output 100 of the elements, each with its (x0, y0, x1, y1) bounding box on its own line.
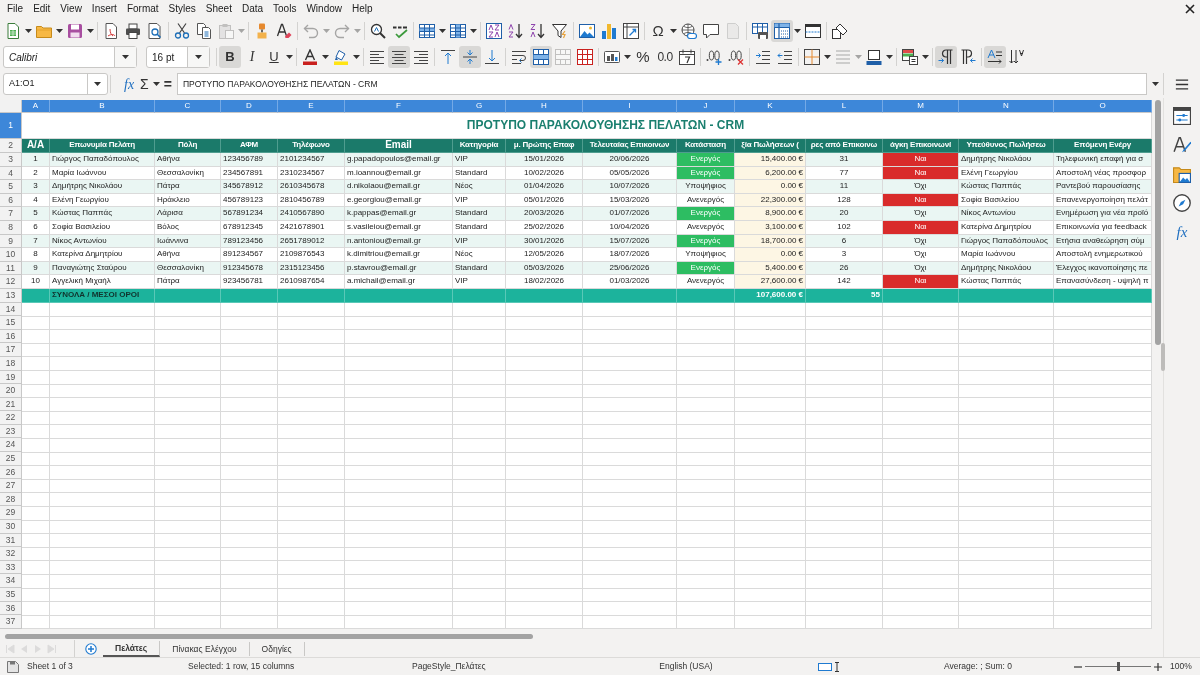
row-header[interactable]: 34 (0, 574, 22, 588)
columns-grid-icon[interactable] (450, 23, 466, 39)
caret-icon[interactable] (353, 55, 360, 59)
caret-icon[interactable] (122, 55, 129, 59)
caret-icon[interactable] (439, 29, 446, 33)
menu-item[interactable]: Data (236, 2, 269, 16)
slider-thumb[interactable] (1117, 662, 1120, 671)
menu-item[interactable]: Insert (86, 2, 122, 16)
row-header[interactable]: 17 (0, 343, 22, 357)
navigator-icon[interactable] (1173, 194, 1191, 212)
column-header[interactable]: N (959, 100, 1054, 113)
number-format-button[interactable]: 0.0 (654, 46, 676, 68)
column-header[interactable]: O (1054, 100, 1152, 113)
page-layout-icon[interactable] (818, 662, 832, 671)
conditional-format-icon[interactable] (902, 49, 918, 65)
zoom-slider[interactable] (1085, 662, 1151, 671)
column-header[interactable]: F (345, 100, 453, 113)
caret-icon[interactable] (886, 55, 893, 59)
pdf-document-icon[interactable] (103, 23, 119, 39)
row-header[interactable]: 7 (0, 207, 22, 221)
menu-item[interactable]: Edit (28, 2, 56, 16)
row-header[interactable]: 1 (0, 113, 22, 139)
caret-icon[interactable] (624, 55, 631, 59)
properties-icon[interactable] (1173, 107, 1191, 125)
caret-icon[interactable] (94, 82, 101, 86)
menu-item[interactable]: View (55, 2, 87, 16)
sum-button[interactable]: Σ (137, 73, 152, 95)
clear-formatting-icon[interactable] (276, 23, 292, 39)
plus-icon[interactable] (85, 643, 97, 655)
unmerge-cells-icon[interactable] (577, 49, 593, 65)
row-header[interactable]: 20 (0, 384, 22, 398)
printer-icon[interactable] (125, 23, 141, 39)
function-wizard-button[interactable]: fx (121, 73, 138, 95)
column-header[interactable]: L (806, 100, 883, 113)
sort-icon[interactable] (486, 23, 502, 39)
column-header[interactable]: D (221, 100, 278, 113)
formula-input[interactable]: ΠΡΟΤΥΠΟ ΠΑΡΑΚΟΛΟΥΘΗΣΗΣ ΠΕΛΑΤΩΝ - CRM (176, 73, 1147, 95)
caret-icon[interactable] (824, 55, 831, 59)
row-header[interactable]: 29 (0, 506, 22, 521)
caret-icon[interactable] (152, 82, 160, 86)
formula-button[interactable]: = (160, 73, 175, 95)
highlighter-icon[interactable] (333, 49, 349, 65)
row-header[interactable]: 24 (0, 438, 22, 453)
row-header[interactable]: 5 (0, 180, 22, 194)
menu-item[interactable]: Tools (268, 2, 302, 16)
speech-bubble-icon[interactable] (703, 23, 719, 39)
column-header[interactable]: J (677, 100, 735, 113)
font-name-field[interactable]: Calibri (3, 46, 137, 68)
menu-icon[interactable] (1175, 77, 1189, 91)
scrollbar-thumb[interactable] (5, 634, 533, 639)
row-header[interactable]: 37 (0, 615, 22, 629)
caret-icon[interactable] (56, 29, 63, 33)
row-header[interactable]: 22 (0, 411, 22, 425)
menu-item[interactable]: Window (301, 2, 347, 16)
menu-item[interactable]: File (2, 2, 29, 16)
menu-item[interactable]: Help (347, 2, 378, 16)
freeze-grid-button[interactable] (771, 20, 793, 42)
percent-button[interactable]: % (632, 46, 654, 68)
borders-icon[interactable] (804, 49, 820, 65)
name-box[interactable]: A1:O1 (3, 73, 108, 95)
caret-icon[interactable] (87, 29, 94, 33)
sheet-tab[interactable]: Πελάτες (103, 641, 161, 657)
calendar-icon[interactable] (679, 49, 695, 65)
bar-chart-icon[interactable] (601, 23, 617, 39)
paragraph-left-to-right-button[interactable] (935, 46, 957, 68)
column-header[interactable]: G (453, 100, 506, 113)
minus-icon[interactable] (1074, 665, 1082, 668)
column-header[interactable]: K (735, 100, 806, 113)
empty-cell-grid[interactable] (22, 302, 1152, 629)
italic-button[interactable]: I (241, 46, 263, 68)
row-header[interactable]: 12 (0, 275, 22, 289)
caret-icon[interactable] (794, 29, 801, 33)
text-direction-horizontal-button[interactable] (984, 46, 1006, 68)
indent-increase-icon[interactable] (755, 49, 771, 65)
special-character-button[interactable]: Ω (647, 20, 669, 42)
print-area-icon[interactable] (752, 23, 768, 39)
sort-ascending-icon[interactable] (508, 23, 524, 39)
currency-format-icon[interactable] (604, 49, 620, 65)
menu-item[interactable]: Format (121, 2, 164, 16)
scissors-icon[interactable] (174, 23, 190, 39)
column-header[interactable]: C (155, 100, 221, 113)
align-center-button[interactable] (388, 46, 410, 68)
caret-icon[interactable] (322, 55, 329, 59)
row-header[interactable]: 3 (0, 153, 22, 167)
row-header[interactable]: 10 (0, 248, 22, 262)
menu-item[interactable]: Sheet (200, 2, 237, 16)
styles-icon[interactable] (1173, 136, 1191, 154)
caret-icon[interactable] (286, 55, 293, 59)
plus-icon[interactable] (1154, 662, 1162, 671)
column-header[interactable]: E (278, 100, 345, 113)
shapes-icon[interactable] (832, 23, 848, 39)
find-replace-icon[interactable] (370, 23, 386, 39)
close-icon[interactable] (1185, 4, 1195, 14)
spreadsheet-icon[interactable] (5, 23, 21, 39)
caret-icon[interactable] (470, 29, 477, 33)
column-header[interactable]: B (50, 100, 155, 113)
row-header[interactable]: 35 (0, 588, 22, 602)
delete-decimal-icon[interactable] (728, 49, 744, 65)
copy-icon[interactable] (196, 23, 212, 39)
text-cursor-icon[interactable] (834, 661, 840, 672)
